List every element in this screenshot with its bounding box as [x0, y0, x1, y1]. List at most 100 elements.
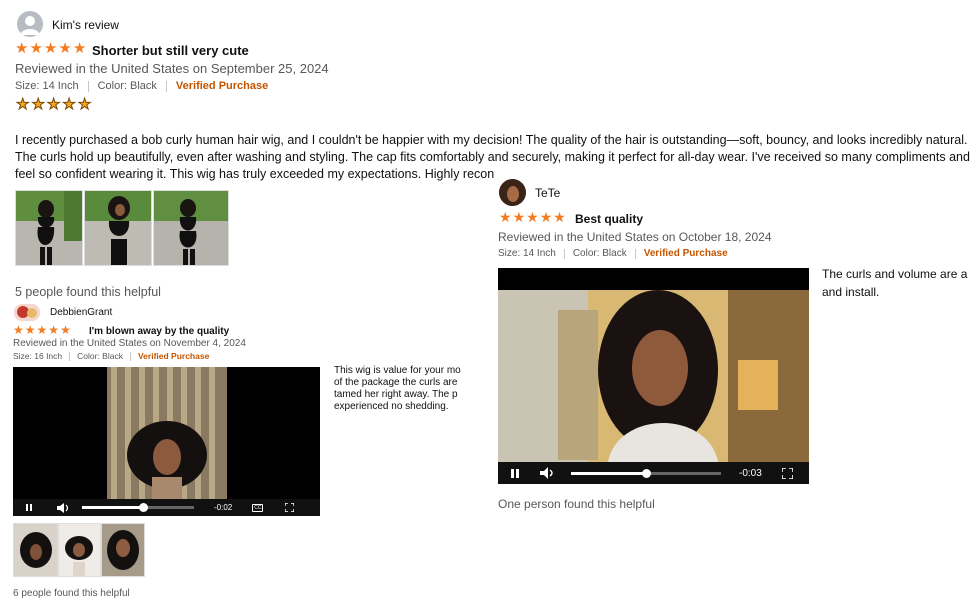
star-icon: ★ [13, 323, 24, 337]
helpful-count: 5 people found this helpful [15, 285, 161, 299]
reviewer-name[interactable]: TeTe [535, 186, 560, 200]
star-icon: ★ [553, 209, 566, 225]
avatar-image [499, 179, 526, 206]
review-date: Reviewed in the United States on Septemb… [15, 61, 329, 76]
color-label: Color: Black [97, 80, 157, 92]
reviewer-avatar-kim[interactable] [17, 11, 43, 37]
photo-image [59, 524, 100, 576]
review-date: Reviewed in the United States on October… [498, 230, 772, 244]
avatar-image [17, 306, 37, 318]
star-icon: ★ [43, 40, 58, 57]
star-icon: ★ [15, 40, 29, 57]
review-title[interactable]: I'm blown away by the quality [89, 326, 229, 337]
star-icon: ★ [15, 96, 30, 113]
star-icon: ★ [46, 96, 61, 113]
size-label: Size: 14 Inch [15, 80, 79, 92]
variant-info: Size: 14 Inch Color: Black Verified Purc… [15, 80, 268, 92]
divider [563, 248, 565, 259]
pause-icon[interactable] [26, 504, 36, 511]
divider [634, 248, 636, 259]
review-body-line: The curls hold up beautifully, even afte… [15, 150, 970, 164]
review-date: Reviewed in the United States on Novembe… [13, 338, 246, 349]
review-photo[interactable] [13, 523, 58, 577]
review-video-player[interactable]: -0:02 CC [13, 367, 320, 516]
star-icon: ★ [29, 40, 43, 57]
color-label: Color: Black [572, 248, 627, 259]
star-rating[interactable]: ★ ★ ★ ★ ★ [499, 210, 566, 224]
review-photo[interactable] [153, 190, 229, 266]
reviewer-name[interactable]: Kim's review [52, 18, 119, 32]
review-photo[interactable] [101, 523, 145, 577]
star-icon: ★ [62, 96, 76, 113]
review-photo[interactable] [15, 190, 83, 266]
volume-icon[interactable] [539, 467, 555, 479]
review-body-line: tamed her right away. The p [334, 389, 458, 400]
review-body-line: I recently purchased a bob curly human h… [15, 133, 968, 147]
photo-image [102, 524, 144, 576]
star-rating[interactable]: ★ ★ ★ ★ ★ [15, 41, 86, 56]
reviewer-avatar-debbie[interactable] [14, 304, 40, 321]
photo-image [14, 524, 57, 576]
verified-badge: Verified Purchase [643, 248, 728, 259]
review-video-player[interactable]: -0:03 [498, 268, 809, 484]
progress-fill [571, 471, 646, 475]
variant-info: Size: 16 Inch Color: Black Verified Purc… [13, 351, 209, 361]
fullscreen-icon[interactable] [781, 467, 793, 479]
star-icon: ★ [526, 209, 539, 225]
photo-image [16, 191, 82, 265]
star-icon: ★ [512, 209, 526, 225]
video-progress-bar[interactable] [571, 468, 721, 478]
star-icon: ★ [36, 323, 48, 337]
divider [129, 351, 131, 361]
color-label: Color: Black [77, 351, 123, 361]
reviewer-name[interactable]: DebbienGrant [50, 307, 112, 318]
verified-badge: Verified Purchase [175, 80, 269, 92]
star-rating[interactable]: ★ ★ ★ ★ ★ [13, 324, 71, 336]
review-title[interactable]: Best quality [575, 212, 643, 226]
video-time: -0:03 [739, 467, 762, 479]
star-icon: ★ [72, 40, 87, 57]
progress-handle[interactable] [641, 468, 651, 478]
progress-handle[interactable] [139, 503, 149, 512]
video-time: -0:02 [214, 503, 233, 512]
star-icon: ★ [31, 96, 45, 113]
review-body-line: The curls and volume are a [822, 267, 968, 281]
review-photo[interactable] [58, 523, 101, 577]
photo-image [154, 191, 228, 265]
star-icon: ★ [539, 209, 553, 225]
star-icon: ★ [60, 323, 71, 337]
default-avatar-icon [20, 16, 40, 35]
inline-star-rating: ★ ★ ★ ★ ★ [15, 96, 92, 113]
divider [69, 351, 71, 361]
video-controls: -0:03 [498, 462, 809, 484]
pause-icon[interactable] [511, 468, 523, 478]
size-label: Size: 16 Inch [13, 351, 63, 361]
volume-icon[interactable] [56, 502, 70, 513]
helpful-count: One person found this helpful [498, 497, 655, 511]
captions-icon[interactable]: CC [252, 503, 264, 512]
review-body-line: This wig is value for your mo [334, 365, 461, 376]
video-frame [498, 290, 809, 462]
verified-badge: Verified Purchase [137, 351, 210, 361]
review-body-line: experienced no shedding. [334, 401, 449, 412]
review-body-line: and install. [822, 285, 880, 299]
variant-info: Size: 14 Inch Color: Black Verified Purc… [498, 248, 728, 259]
video-frame [107, 367, 227, 499]
fullscreen-icon[interactable] [285, 503, 295, 512]
review-photo[interactable] [84, 190, 152, 266]
helpful-count: 6 people found this helpful [13, 588, 130, 599]
photo-image [85, 191, 151, 265]
divider [87, 80, 89, 92]
reviewer-avatar-tete[interactable] [499, 179, 526, 206]
video-progress-bar[interactable] [82, 503, 194, 512]
star-icon: ★ [24, 323, 36, 337]
star-icon: ★ [77, 96, 92, 113]
review-body-line: of the package the curls are [334, 377, 458, 388]
star-icon: ★ [499, 209, 512, 225]
star-icon: ★ [48, 323, 60, 337]
divider [165, 80, 167, 92]
star-icon: ★ [58, 40, 72, 57]
progress-fill [82, 506, 144, 509]
video-controls: -0:02 CC [13, 499, 320, 516]
review-title[interactable]: Shorter but still very cute [92, 43, 249, 58]
